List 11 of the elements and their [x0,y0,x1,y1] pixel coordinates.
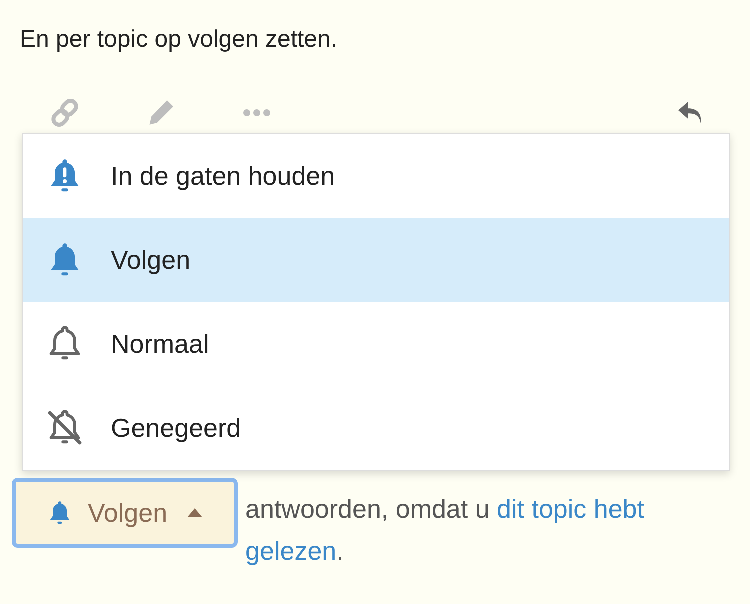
topic-link[interactable]: dit topic hebt [497,494,644,524]
period-text: . [336,536,344,566]
link-icon[interactable] [50,98,80,128]
menu-item[interactable]: Normaal [23,302,729,386]
explanation-text: antwoorden, omdat u [246,494,491,524]
topic-link[interactable]: gelezen [246,536,337,566]
menu-item[interactable]: In de gaten houden [23,134,729,218]
intro-text: En per topic op volgen zetten. [20,25,339,55]
menu-item[interactable]: Genegeerd [23,386,729,470]
menu-item[interactable]: Volgen [23,218,729,302]
notification-button[interactable]: Volgen [12,478,238,548]
